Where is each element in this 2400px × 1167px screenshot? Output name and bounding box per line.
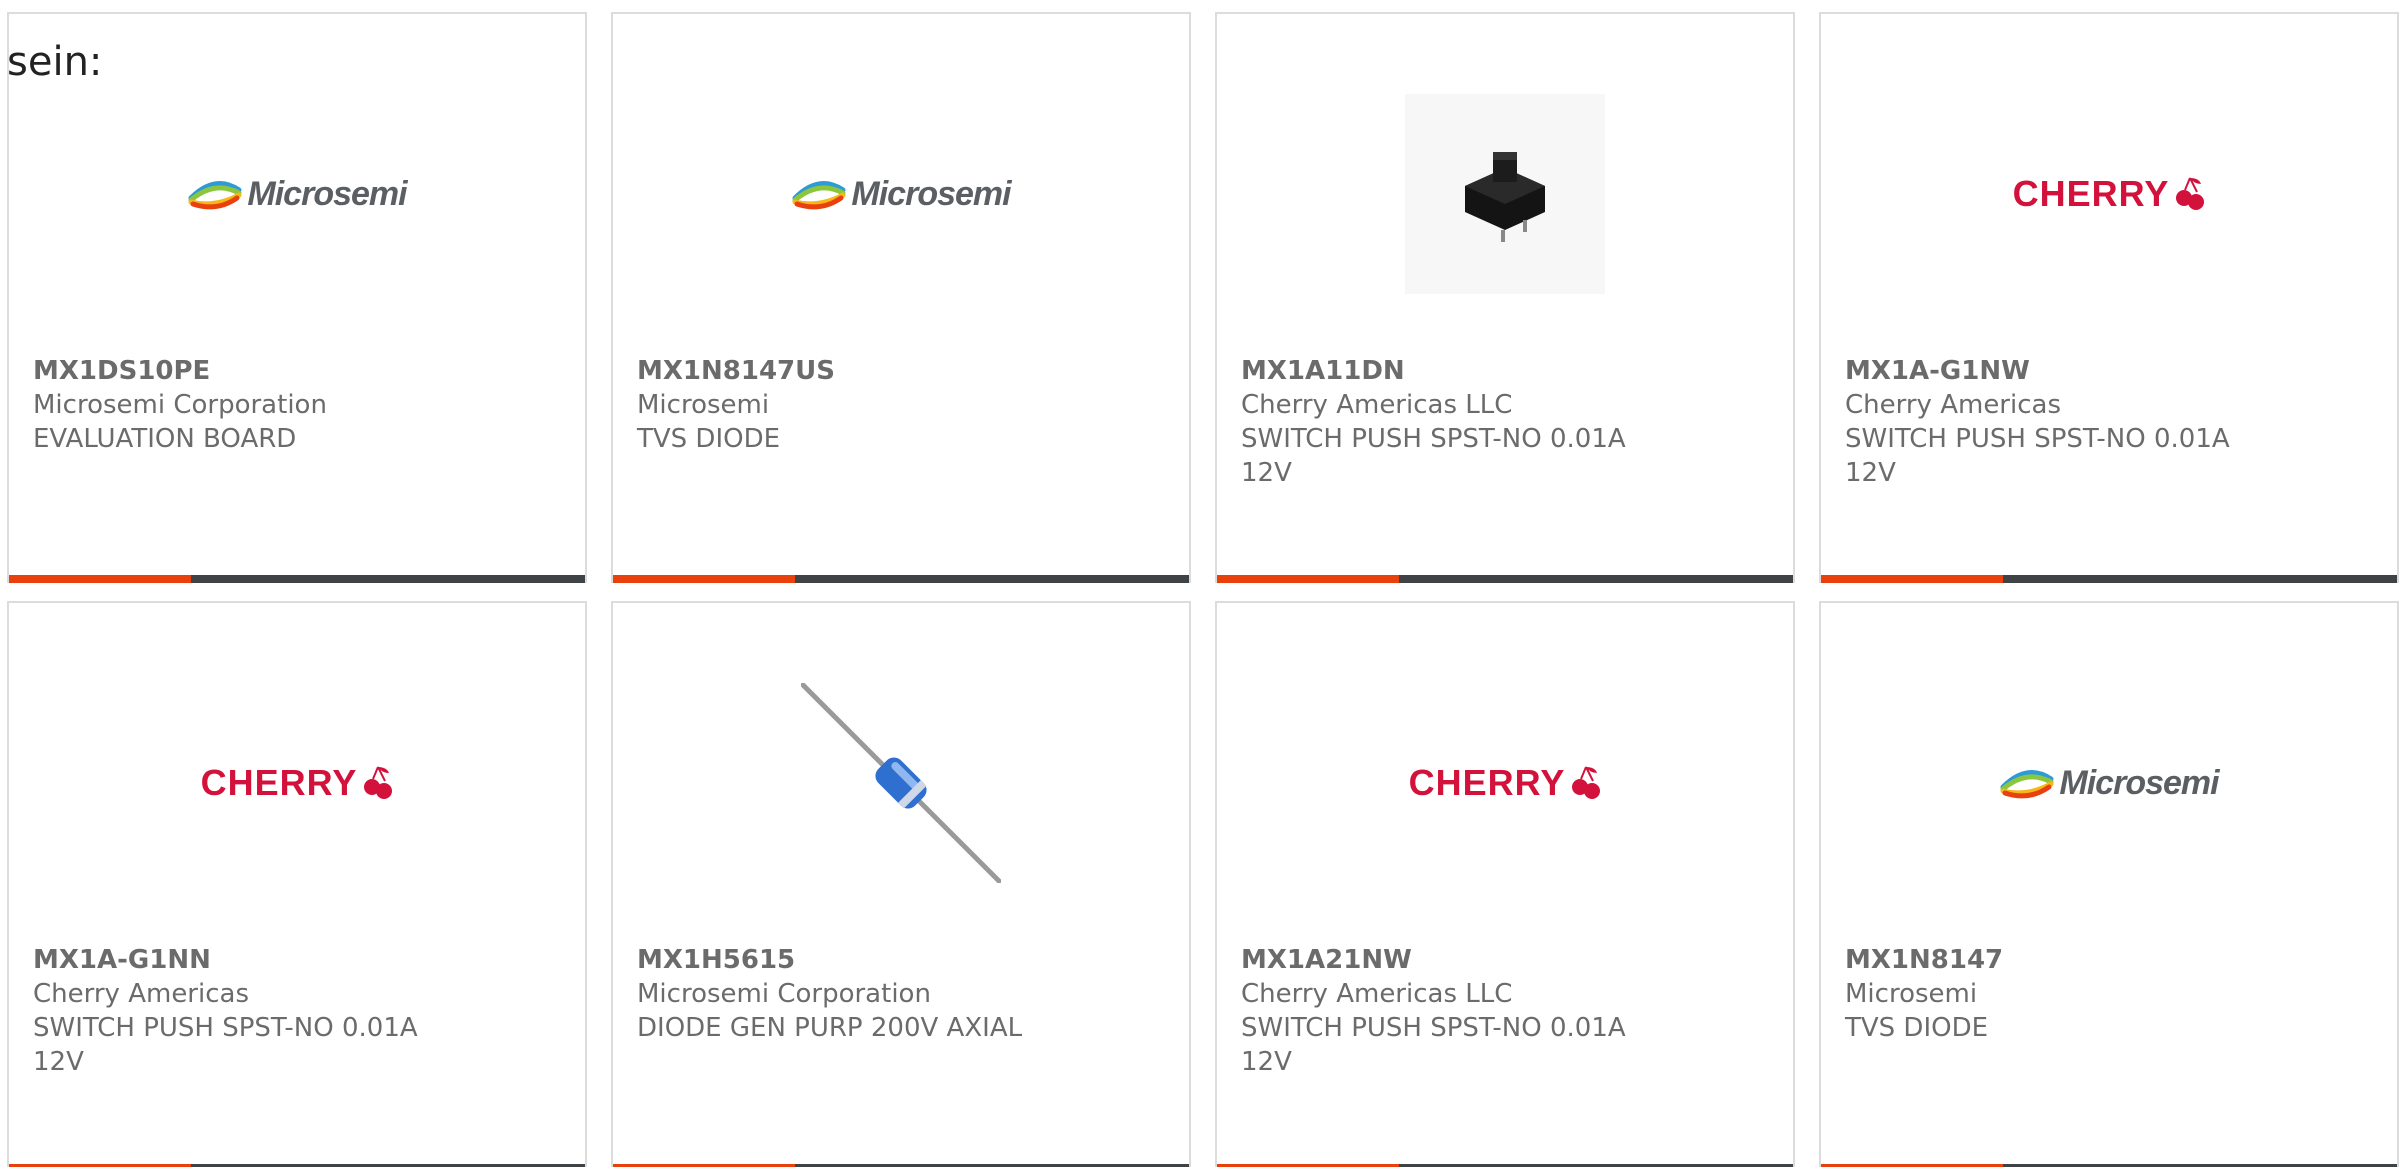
- part-number: MX1A11DN: [1241, 356, 1405, 386]
- product-card[interactable]: CHERRY MX1A-G1NN Cherry Americas SWITCH …: [7, 601, 587, 1167]
- manufacturer: Cherry Americas LLC: [1241, 390, 1513, 420]
- card-bottom-bar: [9, 575, 585, 583]
- manufacturer: Microsemi Corporation: [637, 979, 931, 1009]
- product-description: DIODE GEN PURP 200V AXIAL: [637, 1013, 1023, 1043]
- product-description: EVALUATION BOARD: [33, 424, 297, 454]
- card-accent-bar: [613, 575, 795, 583]
- part-number: MX1H5615: [637, 945, 796, 975]
- cherry-logo-text: CHERRY: [200, 762, 358, 803]
- intro-text: sein:: [7, 39, 103, 85]
- cherry-fruit-icon: [364, 766, 393, 799]
- product-image: Microsemi: [9, 54, 585, 334]
- part-number: MX1A21NW: [1241, 945, 1412, 975]
- cherry-logo-text: CHERRY: [2012, 173, 2170, 214]
- microsemi-logo: Microsemi: [1999, 763, 2220, 803]
- product-image: CHERRY: [9, 643, 585, 923]
- product-card[interactable]: CHERRY MX1A-G1NW Cherry Americas SWITCH …: [1819, 12, 2399, 583]
- product-info: MX1A-G1NN Cherry Americas SWITCH PUSH SP…: [33, 943, 561, 1079]
- cherry-fruit-icon: [1572, 766, 1601, 799]
- manufacturer: Microsemi Corporation: [33, 390, 327, 420]
- manufacturer: Cherry Americas LLC: [1241, 979, 1513, 1009]
- microsemi-logo-text: Microsemi: [247, 174, 407, 213]
- cherry-logo: CHERRY: [201, 762, 394, 804]
- manufacturer: Cherry Americas: [1845, 390, 2061, 420]
- cherry-logo-text: CHERRY: [1408, 762, 1566, 803]
- manufacturer: Microsemi: [1845, 979, 1978, 1009]
- product-description: SWITCH PUSH SPST-NO 0.01A 12V: [1241, 1013, 1626, 1077]
- manufacturer: Microsemi: [637, 390, 770, 420]
- product-grid: Microsemi MX1DS10PE Microsemi Corporatio…: [7, 12, 2400, 1167]
- product-image: Microsemi: [613, 54, 1189, 334]
- product-image: [1217, 54, 1793, 334]
- microsemi-swoosh-icon: [792, 181, 846, 210]
- product-card[interactable]: Microsemi MX1DS10PE Microsemi Corporatio…: [7, 12, 587, 583]
- product-info: MX1DS10PE Microsemi Corporation EVALUATI…: [33, 354, 561, 456]
- part-number: MX1N8147: [1845, 945, 2004, 975]
- product-description: SWITCH PUSH SPST-NO 0.01A 12V: [33, 1013, 418, 1077]
- product-info: MX1H5615 Microsemi Corporation DIODE GEN…: [637, 943, 1165, 1045]
- product-card[interactable]: MX1H5615 Microsemi Corporation DIODE GEN…: [611, 601, 1191, 1167]
- product-image: Microsemi: [1821, 643, 2397, 923]
- card-bottom-bar: [613, 575, 1189, 583]
- product-description: TVS DIODE: [637, 424, 781, 454]
- product-image: CHERRY: [1217, 643, 1793, 923]
- card-bottom-bar: [1821, 575, 2397, 583]
- product-results-page: sein: Microsemi MX1DS10PE Microsemi Corp…: [0, 0, 2400, 1167]
- product-info: MX1N8147US Microsemi TVS DIODE: [637, 354, 1165, 456]
- card-accent-bar: [1821, 575, 2003, 583]
- product-description: TVS DIODE: [1845, 1013, 1989, 1043]
- product-description: SWITCH PUSH SPST-NO 0.01A 12V: [1241, 424, 1626, 488]
- card-accent-bar: [1217, 575, 1399, 583]
- product-card[interactable]: MX1A11DN Cherry Americas LLC SWITCH PUSH…: [1215, 12, 1795, 583]
- manufacturer: Cherry Americas: [33, 979, 249, 1009]
- product-info: MX1A21NW Cherry Americas LLC SWITCH PUSH…: [1241, 943, 1769, 1079]
- part-number: MX1A-G1NN: [33, 945, 211, 975]
- part-number: MX1A-G1NW: [1845, 356, 2030, 386]
- product-card[interactable]: Microsemi MX1N8147US Microsemi TVS DIODE: [611, 12, 1191, 583]
- card-accent-bar: [9, 575, 191, 583]
- product-info: MX1A11DN Cherry Americas LLC SWITCH PUSH…: [1241, 354, 1769, 490]
- microsemi-logo: Microsemi: [187, 174, 408, 214]
- product-card[interactable]: Microsemi MX1N8147 Microsemi TVS DIODE: [1819, 601, 2399, 1167]
- cherry-logo: CHERRY: [1409, 762, 1602, 804]
- part-number: MX1DS10PE: [33, 356, 211, 386]
- product-info: MX1N8147 Microsemi TVS DIODE: [1845, 943, 2373, 1045]
- cherry-fruit-icon: [2176, 177, 2205, 210]
- cherry-logo: CHERRY: [2013, 173, 2206, 215]
- microsemi-swoosh-icon: [188, 181, 242, 210]
- keyswitch-photo: [1405, 94, 1605, 294]
- product-description: SWITCH PUSH SPST-NO 0.01A 12V: [1845, 424, 2230, 488]
- product-card[interactable]: CHERRY MX1A21NW Cherry Americas LLC SWIT…: [1215, 601, 1795, 1167]
- microsemi-logo-text: Microsemi: [851, 174, 1011, 213]
- diode-photo: [801, 683, 1001, 883]
- card-bottom-bar: [1217, 575, 1793, 583]
- microsemi-logo-text: Microsemi: [2059, 763, 2219, 802]
- product-image: [613, 643, 1189, 923]
- product-info: MX1A-G1NW Cherry Americas SWITCH PUSH SP…: [1845, 354, 2373, 490]
- part-number: MX1N8147US: [637, 356, 835, 386]
- microsemi-swoosh-icon: [2000, 770, 2054, 799]
- product-image: CHERRY: [1821, 54, 2397, 334]
- microsemi-logo: Microsemi: [791, 174, 1012, 214]
